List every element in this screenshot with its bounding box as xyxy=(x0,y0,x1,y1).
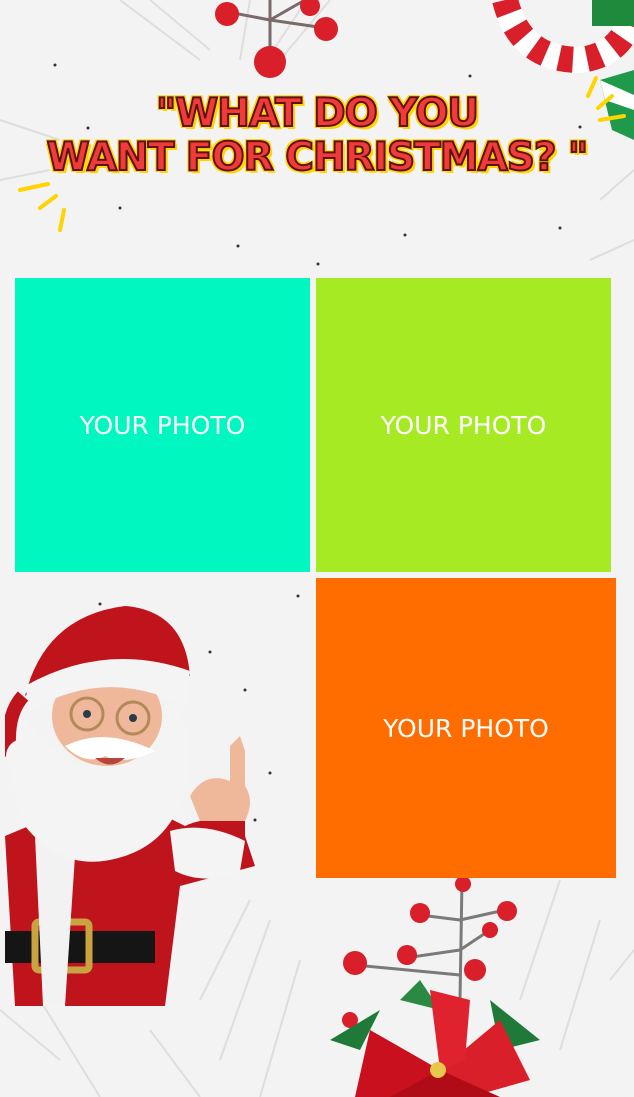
title-line-1: "WHAT DO YOU xyxy=(155,91,480,137)
page-title: "WHAT DO YOU WANT FOR CHRISTMAS? " xyxy=(0,91,634,181)
photo-placeholder-1[interactable]: YOUR PHOTO xyxy=(15,278,310,572)
poinsettia-icon xyxy=(330,980,540,1097)
photo-placeholder-label: YOUR PHOTO xyxy=(380,410,547,440)
photo-placeholder-2[interactable]: YOUR PHOTO xyxy=(316,278,611,572)
title-line-2: WANT FOR CHRISTMAS? " xyxy=(46,135,590,181)
photo-placeholder-label: YOUR PHOTO xyxy=(79,410,246,440)
photo-placeholder-3[interactable]: YOUR PHOTO xyxy=(316,578,616,878)
santa-claus-image xyxy=(5,606,255,1006)
photo-placeholder-label: YOUR PHOTO xyxy=(383,713,549,743)
